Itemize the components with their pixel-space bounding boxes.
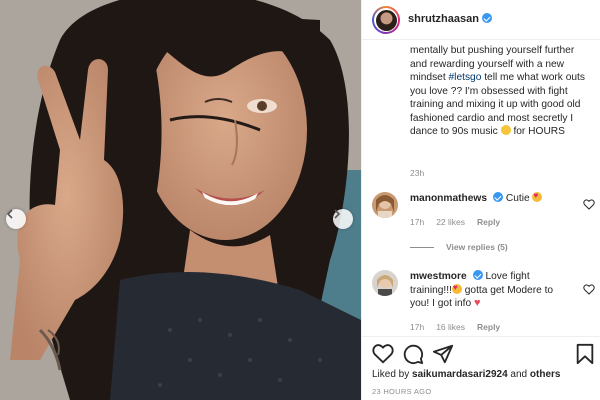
- commenter-avatar[interactable]: [372, 270, 398, 296]
- liked-by-user[interactable]: saikumardasari2924: [412, 369, 508, 380]
- reply-button[interactable]: Reply: [477, 217, 500, 227]
- likes-summary: Liked by saikumardasari2924 and others: [372, 369, 560, 380]
- previous-photo-button[interactable]: [6, 209, 26, 229]
- avatar-photo: [372, 270, 398, 296]
- reply-button[interactable]: Reply: [477, 322, 500, 332]
- comment-body: mwestmore Love fight training!!! gotta g…: [410, 270, 570, 311]
- post-header: shrutzhaasan: [362, 0, 600, 40]
- liked-by-middle: and: [507, 369, 530, 380]
- comment-meta: 17h 16 likes Reply: [410, 322, 512, 332]
- post-caption: mentally but pushing yourself further an…: [410, 44, 594, 139]
- heart-eyes-emoji-icon: [451, 281, 462, 294]
- view-replies-label: View replies (5): [446, 242, 508, 252]
- commenter-avatar[interactable]: [372, 192, 398, 218]
- heart-icon[interactable]: [372, 343, 394, 365]
- post-timestamp[interactable]: 23 HOURS AGO: [372, 387, 431, 396]
- comment-body: manonmathews Cutie: [410, 189, 570, 206]
- comment-meta: 17h 22 likes Reply: [410, 217, 512, 227]
- liked-by-others[interactable]: others: [530, 369, 561, 380]
- caption-timestamp[interactable]: 23h: [410, 168, 424, 178]
- hashtag-link[interactable]: #letsgo: [449, 72, 482, 83]
- action-bar: [362, 336, 600, 366]
- author-avatar[interactable]: [372, 6, 400, 34]
- comment-text: Cutie: [505, 193, 533, 204]
- avatar-photo: [372, 192, 398, 218]
- next-photo-button[interactable]: [333, 209, 353, 229]
- grinning-emoji-icon: [500, 125, 511, 135]
- commenter-username[interactable]: mwestmore: [410, 271, 467, 282]
- replies-divider: [410, 247, 434, 249]
- commenter-username[interactable]: manonmathews: [410, 193, 487, 204]
- selfie-illustration: [0, 0, 361, 400]
- comment-time[interactable]: 17h: [410, 217, 424, 227]
- comment-likes[interactable]: 22 likes: [436, 217, 465, 227]
- avatar-inner: [374, 8, 398, 32]
- author-username[interactable]: shrutzhaasan: [408, 13, 479, 25]
- post-photo: [0, 0, 361, 400]
- caption-text-3: for HOURS: [510, 126, 565, 137]
- verified-badge-icon: [472, 270, 483, 280]
- verified-badge-icon: [493, 192, 503, 202]
- heart-icon[interactable]: [583, 284, 595, 295]
- comment-icon[interactable]: [402, 343, 424, 365]
- chevron-right-icon: [334, 209, 341, 219]
- comment-likes[interactable]: 16 likes: [436, 322, 465, 332]
- avatar-image: [375, 9, 397, 31]
- heart-icon[interactable]: [583, 199, 595, 210]
- view-replies-button[interactable]: View replies (5): [410, 242, 508, 252]
- share-icon[interactable]: [432, 343, 454, 365]
- red-heart-emoji-icon: ♥: [474, 297, 481, 309]
- bookmark-icon[interactable]: [574, 343, 596, 365]
- post-details-panel: shrutzhaasan mentally but pushing yourse…: [361, 0, 600, 400]
- verified-badge-icon: [481, 13, 492, 23]
- comment-time[interactable]: 17h: [410, 322, 424, 332]
- liked-by-prefix: Liked by: [372, 369, 413, 380]
- heart-eyes-emoji-icon: [532, 189, 543, 203]
- chevron-left-icon: [6, 209, 13, 219]
- author-username-row: shrutzhaasan: [408, 13, 492, 25]
